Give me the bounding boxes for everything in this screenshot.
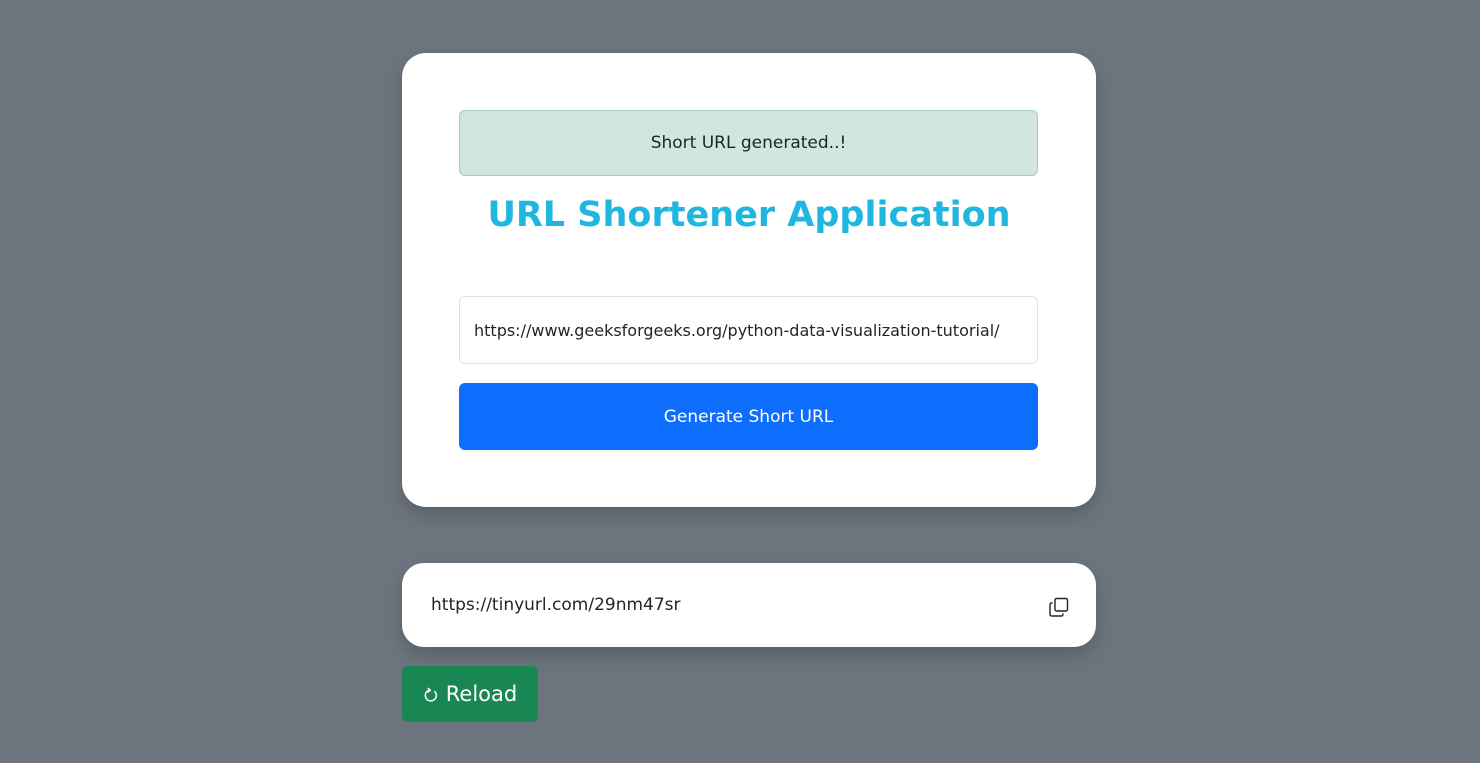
reload-button[interactable]: Reload — [402, 666, 538, 722]
short-url-result: https://tinyurl.com/29nm47sr — [402, 563, 1096, 647]
reload-icon — [423, 687, 439, 703]
reload-button-label: Reload — [445, 682, 518, 706]
copy-icon[interactable] — [1048, 596, 1070, 618]
page-title: URL Shortener Application — [487, 195, 1011, 235]
generate-short-url-button[interactable]: Generate Short URL — [459, 383, 1038, 450]
short-url-text: https://tinyurl.com/29nm47sr — [431, 595, 681, 615]
success-alert: Short URL generated..! — [459, 110, 1038, 176]
url-shortener-card: Short URL generated..! URL Shortener App… — [402, 53, 1096, 507]
url-input[interactable] — [459, 296, 1038, 364]
success-alert-text: Short URL generated..! — [650, 133, 847, 153]
